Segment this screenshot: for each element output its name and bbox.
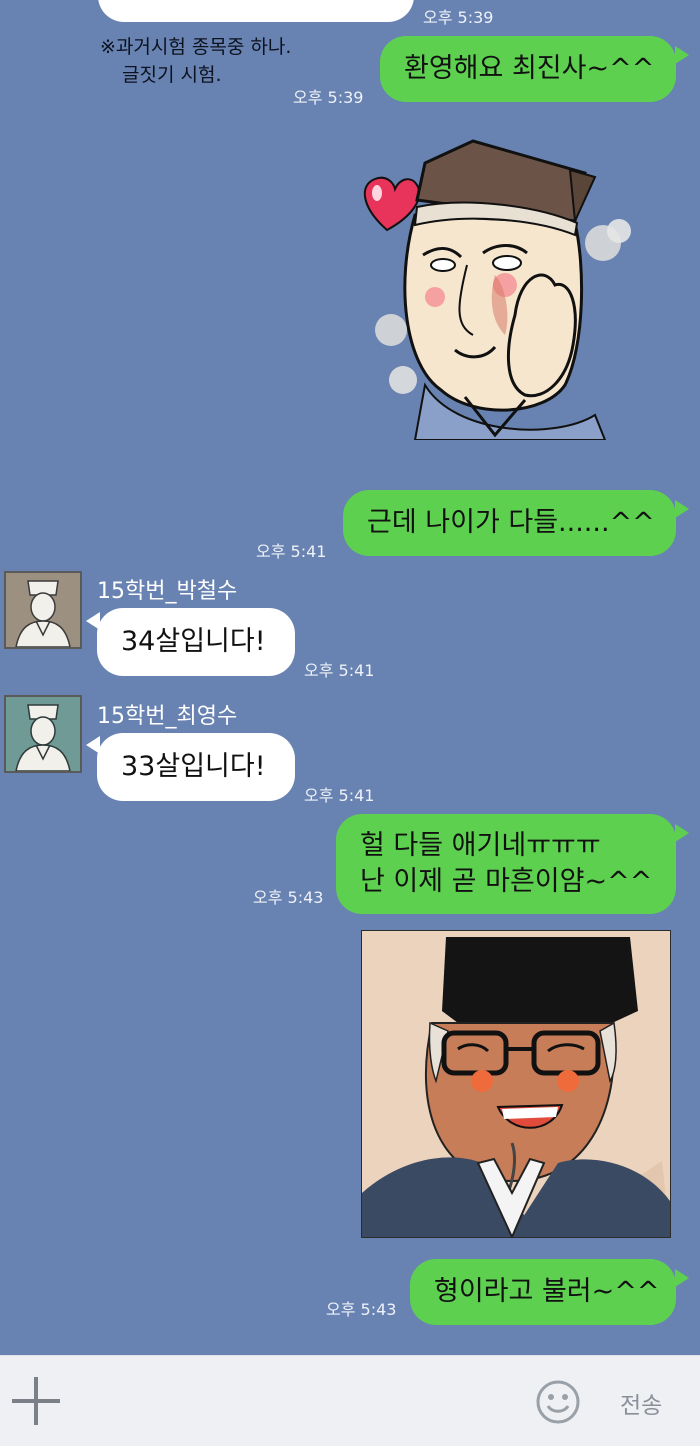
outgoing-message[interactable]: 환영해요 최진사~^^ bbox=[380, 36, 676, 102]
message-time: 오후 5:41 bbox=[256, 542, 327, 561]
outgoing-message[interactable]: 근데 나이가 다들......^^ bbox=[343, 490, 676, 556]
bubble-tail bbox=[675, 824, 689, 842]
message-time: 오후 5:43 bbox=[253, 888, 324, 907]
message-bubble-partial bbox=[98, 0, 414, 22]
bubble-tail bbox=[675, 1269, 689, 1287]
incoming-message[interactable]: 34살입니다! bbox=[97, 608, 295, 676]
message-input-bar: 전송 bbox=[0, 1355, 700, 1446]
incoming-message[interactable]: 33살입니다! bbox=[97, 733, 295, 801]
heart-icon bbox=[363, 176, 421, 232]
footnote-line-2: 글짓기 시험. bbox=[122, 64, 222, 86]
message-text: 33살입니다! bbox=[121, 751, 266, 782]
message-text: 34살입니다! bbox=[121, 626, 266, 657]
person-icon bbox=[15, 704, 71, 771]
message-time: 오후 5:39 bbox=[293, 88, 364, 107]
message-text-line-2: 난 이제 곧 마흔이얌~^^ bbox=[360, 866, 653, 897]
chat-area[interactable]: 오후 5:39 ※과거시험 종목중 하나. 글짓기 시험. 오후 5:39 환영… bbox=[0, 0, 700, 1355]
person-icon bbox=[15, 580, 71, 647]
smiley-icon[interactable] bbox=[536, 1380, 580, 1424]
scholar-sticker bbox=[363, 139, 631, 440]
message-time: 오후 5:41 bbox=[304, 661, 375, 680]
scholar-portrait-image bbox=[362, 931, 670, 1237]
bubble-tail bbox=[675, 500, 689, 518]
message-text: 형이라고 불러~^^ bbox=[434, 1276, 660, 1307]
avatar[interactable] bbox=[4, 695, 82, 773]
message-text: 환영해요 최진사~^^ bbox=[404, 53, 655, 84]
footnote-line-1: ※과거시험 종목중 하나. bbox=[100, 36, 292, 58]
bubble-tail bbox=[675, 46, 689, 64]
message-text: 근데 나이가 다들......^^ bbox=[367, 507, 655, 538]
message-time: 오후 5:41 bbox=[304, 786, 375, 805]
send-button[interactable]: 전송 bbox=[620, 1386, 662, 1420]
plus-icon[interactable] bbox=[12, 1377, 60, 1425]
sender-name: 15학번_최영수 bbox=[97, 704, 238, 729]
image-message[interactable] bbox=[361, 930, 671, 1238]
outgoing-message[interactable]: 형이라고 불러~^^ bbox=[410, 1259, 676, 1325]
outgoing-message[interactable]: 헐 다들 애기네ㅠㅠㅠ 난 이제 곧 마흔이얌~^^ bbox=[336, 814, 676, 914]
avatar[interactable] bbox=[4, 571, 82, 649]
message-time: 오후 5:43 bbox=[326, 1300, 397, 1319]
message-text-line-1: 헐 다들 애기네ㅠㅠㅠ bbox=[360, 830, 601, 861]
sender-name: 15학번_박철수 bbox=[97, 579, 238, 604]
message-time: 오후 5:39 bbox=[423, 8, 494, 27]
